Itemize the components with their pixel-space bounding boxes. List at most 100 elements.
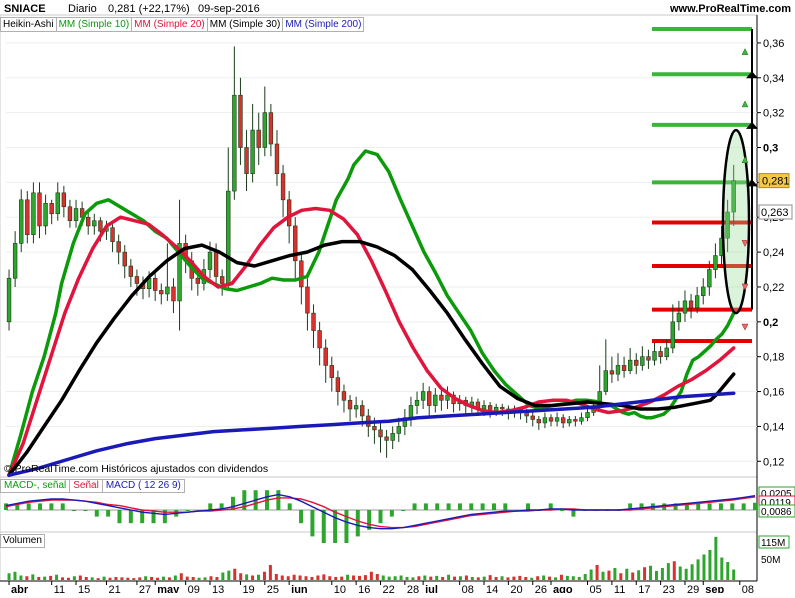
y-tick-label: 0,22	[763, 282, 784, 294]
volume-bar	[322, 574, 326, 580]
legend-heikin-ashi[interactable]: Heikin-Ashi	[0, 17, 57, 32]
y-axis-ticks: 0,360,340,320,30,280,260,240,220,20,180,…	[757, 38, 793, 468]
candle-down	[548, 417, 554, 422]
macd-histogram-bar	[287, 503, 292, 510]
x-tick-label: 17	[638, 584, 650, 593]
volume-bar	[310, 577, 314, 580]
chart-header: SNIACE Diario 0,281 (+22,17%) 09-sep-201…	[4, 3, 791, 15]
symbol-label: SNIACE	[4, 3, 46, 15]
macd-histogram-bar	[491, 503, 496, 510]
volume-bar	[120, 577, 124, 580]
x-tick-label: 05	[590, 584, 602, 593]
macd-histogram-bar	[83, 510, 88, 511]
volume-bar	[257, 574, 261, 580]
candle-down	[530, 415, 535, 420]
macd-histogram-bar	[457, 503, 462, 510]
site-label[interactable]: www.ProRealTime.com	[669, 3, 791, 15]
volume-bar	[524, 577, 528, 580]
macd-histogram-bar	[560, 510, 565, 511]
volume-bar	[203, 577, 207, 580]
x-tick-label: 16	[358, 584, 370, 593]
candle-up	[414, 399, 420, 406]
candle-down	[49, 202, 54, 215]
candle-down	[274, 143, 280, 174]
volume-bar	[7, 573, 11, 580]
volume-bar	[595, 565, 599, 580]
volume-bar	[197, 577, 201, 580]
volume-bar	[173, 575, 177, 580]
x-tick-label: abr	[11, 584, 29, 593]
volume-bar	[369, 571, 373, 580]
volume-bar	[702, 554, 706, 580]
volume-bar	[571, 576, 575, 580]
macd-histogram-bar	[696, 503, 701, 510]
volume-bar	[607, 570, 611, 580]
volume-title[interactable]: Volumen	[0, 534, 45, 548]
volume-bar	[61, 577, 65, 580]
volume-bar	[262, 571, 266, 580]
macd-histogram-bar	[106, 510, 111, 517]
volume-bar	[423, 575, 427, 580]
candle-up	[676, 312, 682, 323]
volume-bar	[625, 568, 629, 580]
macd-label-signal[interactable]: Señal	[70, 480, 103, 492]
legend-mm-30[interactable]: MM (Simple 30)	[206, 17, 284, 32]
macd-histogram-bar	[446, 503, 451, 510]
volume-bar	[637, 570, 641, 580]
x-tick-label: 29	[687, 584, 699, 593]
volume-bar	[144, 576, 148, 580]
volume-bar	[565, 575, 569, 580]
macd-histogram-bar	[503, 503, 508, 510]
candle-up	[262, 112, 267, 148]
candle-down	[86, 216, 91, 227]
volume-bar	[286, 576, 290, 580]
candle-down	[61, 192, 67, 208]
volume-bar	[512, 576, 516, 580]
volume-bar	[304, 576, 308, 580]
macd-label-histogram[interactable]: MACD-, señal	[1, 480, 71, 492]
candle-up	[353, 405, 359, 410]
candle-up	[670, 321, 675, 349]
legend-mm-20[interactable]: MM (Simple 20)	[131, 17, 208, 32]
volume-bar	[66, 577, 70, 580]
candle-down	[25, 199, 30, 235]
macd-histogram-bar	[321, 510, 326, 543]
candle-up	[585, 412, 590, 419]
volume-bar	[696, 559, 700, 580]
date-label: 09-sep-2016	[198, 3, 260, 15]
y-tick-label: 0,14	[763, 421, 784, 433]
volume-bar	[126, 577, 130, 580]
candle-down	[384, 436, 389, 441]
candle-down	[219, 276, 225, 284]
legend-mm-200[interactable]: MM (Simple 200)	[282, 17, 365, 32]
legend-mm-10[interactable]: MM (Simple 10)	[55, 17, 133, 32]
candle-down	[153, 277, 158, 291]
candle-up	[542, 417, 548, 424]
x-axis-ticks: abr 11 15 21 27 may 09 13 19 25 jun 10 16 22 28 jul 08 14…	[8, 581, 754, 596]
macd-label-line[interactable]: MACD ( 12 26 9)	[103, 480, 184, 492]
candle-down	[159, 290, 164, 295]
macd-histogram-bar	[208, 503, 213, 510]
candle-up	[31, 192, 36, 235]
candle-down	[427, 391, 432, 406]
candle-up	[92, 220, 97, 227]
volume-bar	[31, 574, 35, 580]
candle-down	[573, 419, 578, 422]
volume-bar	[239, 573, 243, 580]
macd-histogram-bar	[49, 503, 54, 510]
candle-down	[688, 300, 694, 309]
volume-bar	[476, 577, 480, 580]
volume-bar	[589, 569, 593, 580]
volume-bar	[78, 575, 82, 580]
candle-down	[280, 173, 286, 201]
volume-bar	[482, 576, 486, 580]
x-tick-label: 08	[462, 584, 474, 593]
volume-bar	[726, 562, 730, 580]
volume-bar	[357, 575, 361, 580]
y-tick-label: 0,2	[763, 317, 778, 329]
volume-bar	[298, 575, 302, 580]
macd-histogram-bar	[128, 510, 133, 524]
volume-bar	[114, 577, 118, 580]
candle-down	[621, 365, 627, 371]
macd-value-label: 0,0086	[761, 507, 792, 518]
